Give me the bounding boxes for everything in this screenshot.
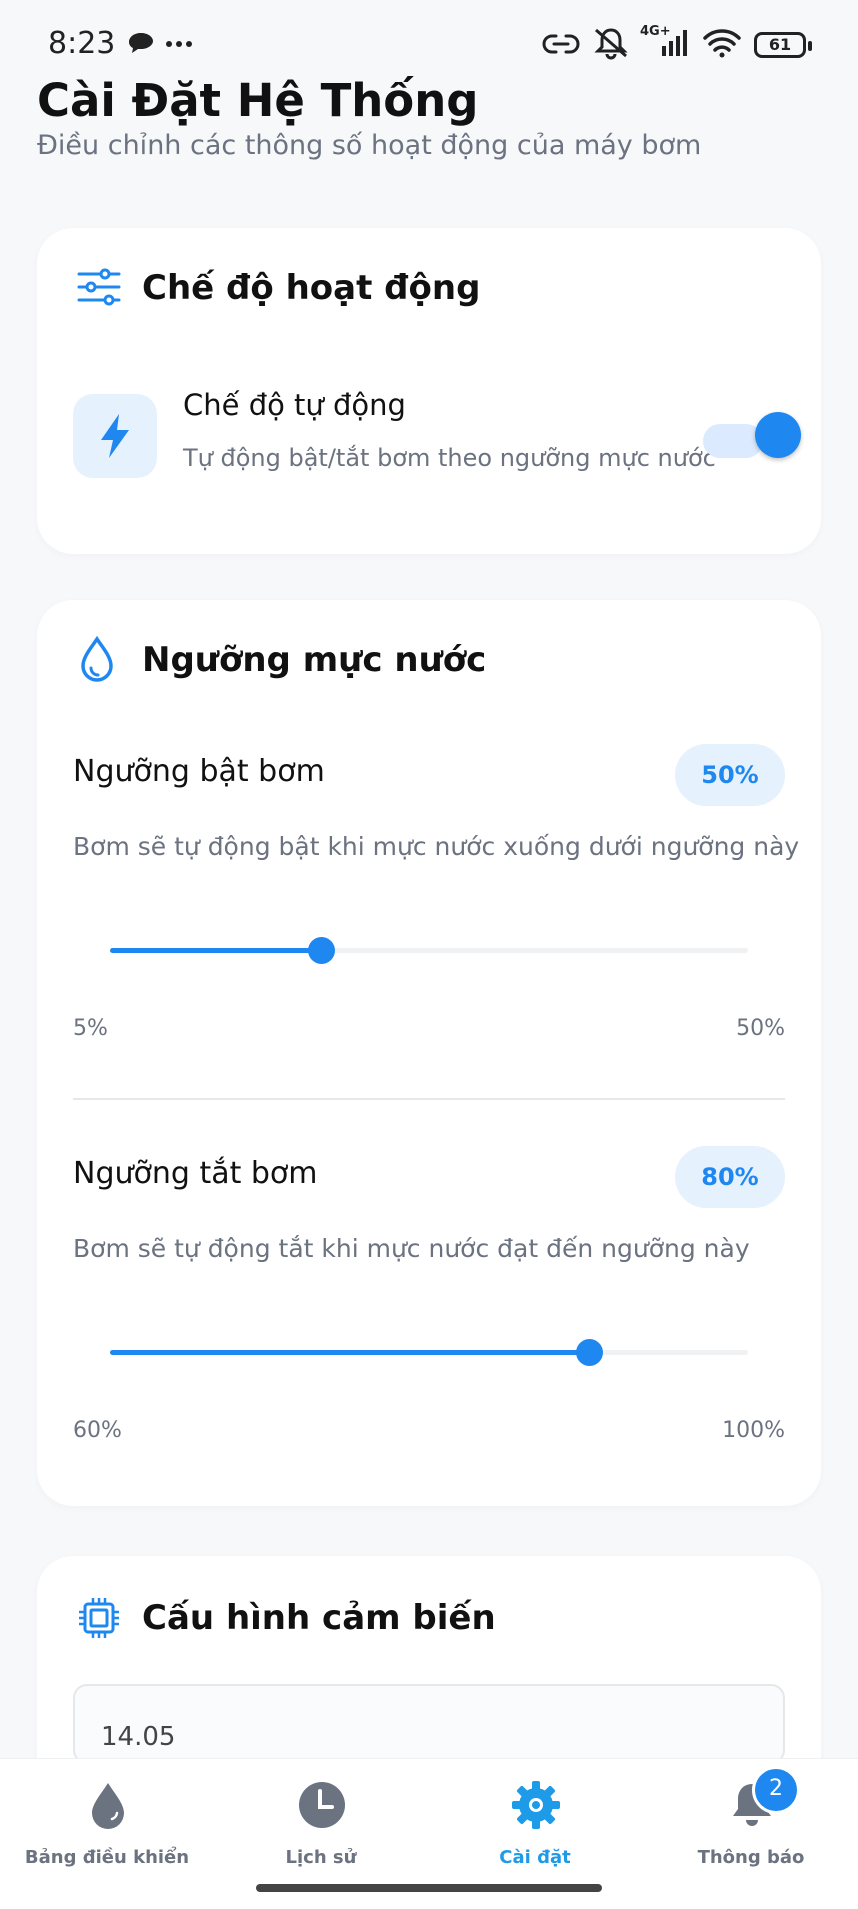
pump-off-slider-fill <box>110 1350 589 1355</box>
nav-item-dashboard[interactable]: Bảng điều khiển <box>0 1759 214 1889</box>
notification-count-badge: 2 <box>752 1766 800 1814</box>
battery-indicator: 61 <box>754 32 812 58</box>
wifi-icon <box>703 29 741 58</box>
nav-label-notifications: Thông báo <box>697 1847 805 1868</box>
threshold-divider <box>73 1098 785 1100</box>
pump-on-min-label: 5% <box>73 1016 108 1041</box>
auto-mode-description: Tự động bật/tắt bơm theo ngưỡng mực nước <box>183 444 716 472</box>
status-bar: 8:23 4G+ 61 <box>0 0 858 84</box>
gear-icon <box>512 1781 560 1829</box>
nav-label-history: Lịch sử <box>285 1847 357 1868</box>
auto-mode-icon-box <box>73 394 157 478</box>
page-title: Cài Đặt Hệ Thống <box>37 74 479 127</box>
nav-item-settings[interactable]: Cài đặt <box>428 1759 642 1889</box>
pump-off-slider[interactable] <box>110 1339 748 1366</box>
pump-off-value-badge: 80% <box>675 1146 785 1208</box>
pump-off-description: Bơm sẽ tự động tắt khi mực nước đạt đến … <box>73 1234 750 1263</box>
card-title: Cấu hình cảm biến <box>142 1598 496 1638</box>
pump-off-max-label: 100% <box>722 1418 785 1443</box>
nav-item-history[interactable]: Lịch sử <box>214 1759 428 1889</box>
nav-label-dashboard: Bảng điều khiển <box>24 1847 190 1868</box>
pump-on-description: Bơm sẽ tự động bật khi mực nước xuống dư… <box>73 832 800 861</box>
status-time: 8:23 <box>48 26 116 61</box>
lightning-icon <box>101 414 129 458</box>
water-drop-icon <box>81 636 113 682</box>
clock-icon <box>299 1782 345 1828</box>
pump-on-slider[interactable] <box>110 937 748 964</box>
nav-item-notifications[interactable]: Thông báo <box>644 1759 858 1889</box>
operation-mode-card: Chế độ hoạt động Chế độ tự động Tự động … <box>37 228 821 554</box>
pump-on-slider-fill <box>110 948 321 953</box>
more-icon <box>166 41 192 47</box>
auto-mode-toggle[interactable] <box>703 424 763 458</box>
page-subtitle: Điều chỉnh các thông số hoạt động của má… <box>37 130 702 161</box>
pump-off-min-label: 60% <box>73 1418 122 1443</box>
auto-mode-toggle-knob[interactable] <box>755 412 801 458</box>
home-indicator[interactable] <box>256 1884 602 1892</box>
nav-label-settings: Cài đặt <box>499 1847 571 1868</box>
pump-off-label: Ngưỡng tắt bơm <box>73 1156 318 1191</box>
message-icon <box>129 33 153 53</box>
sensor-input-value: 14.05 <box>101 1722 176 1752</box>
mute-icon <box>594 28 628 60</box>
card-title: Chế độ hoạt động <box>142 268 481 308</box>
pump-on-label: Ngưỡng bật bơm <box>73 754 325 789</box>
sensor-input-field[interactable]: 14.05 <box>73 1684 785 1764</box>
signal-icon <box>662 30 687 56</box>
chip-icon <box>79 1598 119 1638</box>
link-icon <box>542 34 580 54</box>
pump-off-slider-thumb[interactable] <box>575 1339 603 1366</box>
auto-mode-label: Chế độ tự động <box>183 388 406 422</box>
water-threshold-card: Ngưỡng mực nước Ngưỡng bật bơm 50% Bơm s… <box>37 600 821 1506</box>
water-drop-icon <box>92 1783 124 1829</box>
pump-on-slider-thumb[interactable] <box>307 937 335 964</box>
pump-on-max-label: 50% <box>736 1016 785 1041</box>
sliders-icon <box>77 268 121 306</box>
card-title: Ngưỡng mực nước <box>142 640 487 680</box>
pump-on-value-badge: 50% <box>675 744 785 806</box>
